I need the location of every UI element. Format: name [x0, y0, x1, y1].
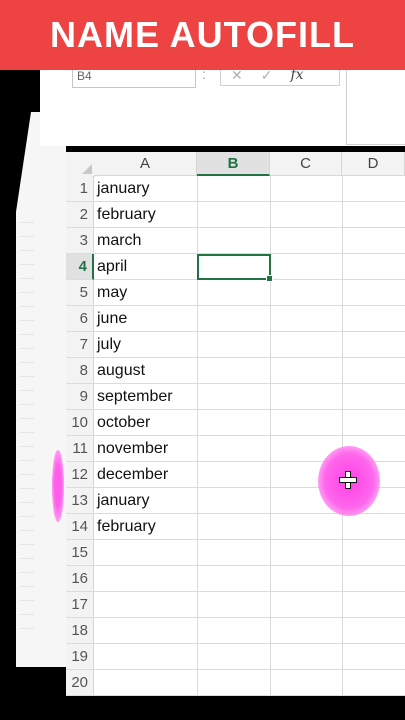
cell-a10[interactable]: october: [97, 410, 150, 436]
row-header[interactable]: 4: [66, 254, 94, 280]
row-header[interactable]: 13: [66, 488, 94, 514]
cell-a11[interactable]: november: [97, 436, 168, 462]
column-header-a[interactable]: A: [94, 152, 197, 176]
row-header[interactable]: 12: [66, 462, 94, 488]
banner-title: NAME AUTOFILL: [50, 14, 355, 55]
cell-a14[interactable]: february: [97, 514, 156, 540]
row-header[interactable]: 9: [66, 384, 94, 410]
row-header[interactable]: 8: [66, 358, 94, 384]
row-header[interactable]: 14: [66, 514, 94, 540]
column-header-c[interactable]: C: [270, 152, 342, 176]
spreadsheet-grid: A B C D 1 january 2 february 3 march 4 april 5 may 6 ju…: [66, 152, 405, 696]
row-header[interactable]: 2: [66, 202, 94, 228]
cell-a5[interactable]: may: [97, 280, 127, 306]
formula-input[interactable]: [346, 64, 405, 145]
cell-a7[interactable]: july: [97, 332, 121, 358]
row-header[interactable]: 11: [66, 436, 94, 462]
side-panel: [16, 112, 66, 667]
cell-a6[interactable]: june: [97, 306, 127, 332]
cell-a9[interactable]: september: [97, 384, 173, 410]
select-all-corner[interactable]: [66, 152, 95, 177]
side-panel-highlight: [52, 450, 64, 522]
side-panel-column-strip: [20, 222, 34, 642]
selected-cell[interactable]: [197, 254, 273, 282]
cell-a12[interactable]: december: [97, 462, 168, 488]
row-header[interactable]: 5: [66, 280, 94, 306]
cell-a8[interactable]: august: [97, 358, 145, 384]
column-header-d[interactable]: D: [342, 152, 405, 176]
row-header[interactable]: 17: [66, 592, 94, 618]
row-header[interactable]: 10: [66, 410, 94, 436]
cell-a13[interactable]: january: [97, 488, 149, 514]
title-banner: NAME AUTOFILL: [0, 0, 405, 70]
row-header[interactable]: 3: [66, 228, 94, 254]
cell-a3[interactable]: march: [97, 228, 141, 254]
cell-a2[interactable]: february: [97, 202, 156, 228]
row-header[interactable]: 6: [66, 306, 94, 332]
row-header[interactable]: 15: [66, 540, 94, 566]
row-header[interactable]: 16: [66, 566, 94, 592]
plus-cursor-icon: [339, 471, 357, 489]
row-header[interactable]: 1: [66, 176, 94, 202]
cell-a4[interactable]: april: [97, 254, 127, 280]
row-header[interactable]: 7: [66, 332, 94, 358]
row-header[interactable]: 18: [66, 618, 94, 644]
column-header-b[interactable]: B: [197, 152, 270, 176]
cell-a1[interactable]: january: [97, 176, 149, 202]
row-header[interactable]: 20: [66, 670, 94, 696]
row-header[interactable]: 19: [66, 644, 94, 670]
